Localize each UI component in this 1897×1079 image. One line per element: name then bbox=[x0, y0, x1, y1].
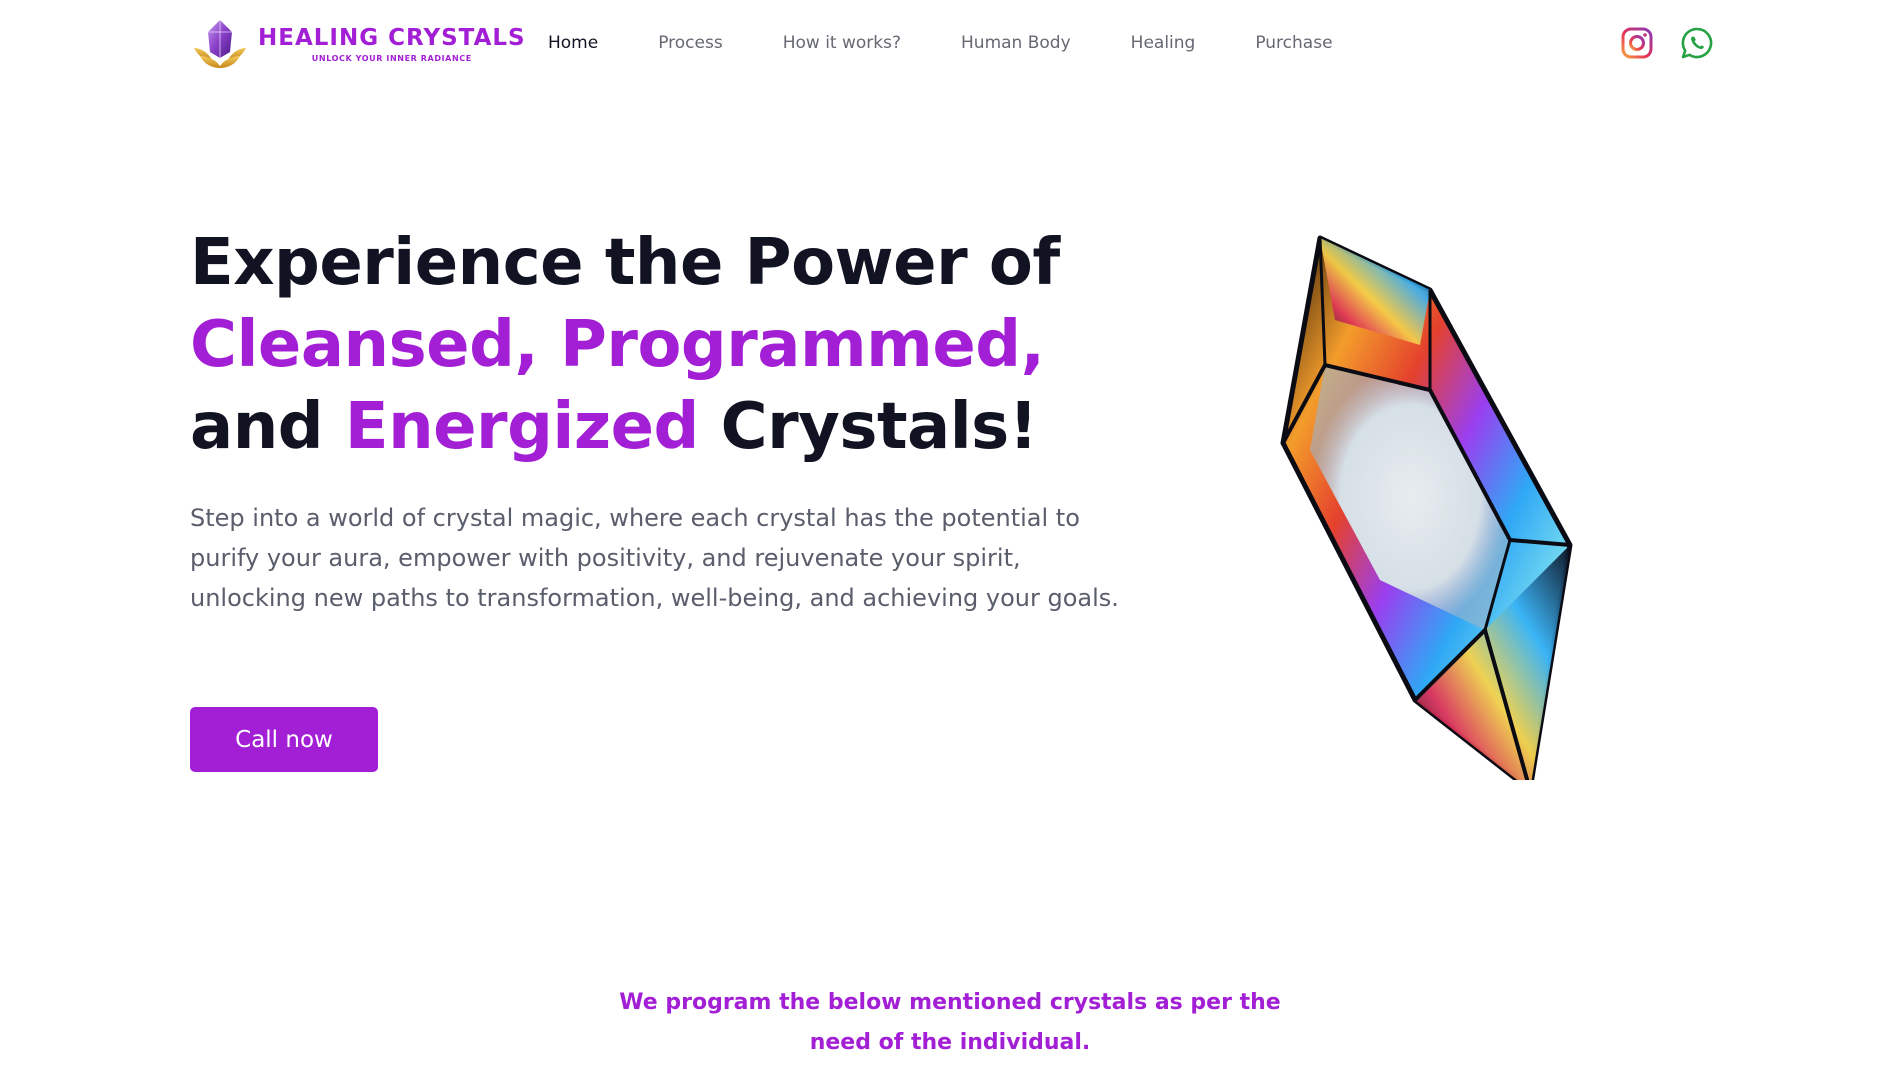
crystal-illustration bbox=[1280, 235, 1573, 780]
hero-headline-and: and bbox=[190, 390, 345, 464]
brand-title: HEALING CRYSTALS bbox=[258, 25, 526, 51]
whatsapp-icon[interactable] bbox=[1680, 26, 1714, 60]
nav-item-process[interactable]: Process bbox=[658, 30, 723, 56]
hero-headline-line-1: Experience the Power of bbox=[190, 226, 1060, 300]
hero-headline-energized: Energized bbox=[344, 390, 699, 464]
crystals-intro-line-1: We program the below mentioned crystals … bbox=[619, 990, 1281, 1015]
crystals-intro-line-2: need of the individual. bbox=[809, 1030, 1091, 1055]
brand-text: HEALING CRYSTALS UNLOCK YOUR INNER RADIA… bbox=[258, 25, 526, 63]
brand-logo[interactable]: HEALING CRYSTALS UNLOCK YOUR INNER RADIA… bbox=[190, 18, 526, 70]
nav-item-home[interactable]: Home bbox=[548, 30, 598, 56]
brand-tagline: UNLOCK YOUR INNER RADIANCE bbox=[311, 54, 472, 63]
crystal-lotus-icon bbox=[194, 20, 246, 68]
hero-headline: Experience the Power of Cleansed, Progra… bbox=[190, 222, 1090, 468]
nav-item-human-body[interactable]: Human Body bbox=[961, 30, 1071, 56]
call-now-button[interactable]: Call now bbox=[190, 707, 378, 772]
hero-headline-line-2: Cleansed, Programmed, bbox=[190, 308, 1045, 382]
hero-headline-crystals: Crystals! bbox=[698, 390, 1038, 464]
nav-item-healing[interactable]: Healing bbox=[1131, 30, 1196, 56]
crystals-section-intro: We program the below mentioned crystals … bbox=[560, 983, 1340, 1063]
nav-item-how-it-works[interactable]: How it works? bbox=[783, 30, 901, 56]
nav-item-purchase[interactable]: Purchase bbox=[1255, 30, 1332, 56]
main-nav: Home Process How it works? Human Body He… bbox=[548, 30, 1393, 56]
site-header: HEALING CRYSTALS UNLOCK YOUR INNER RADIA… bbox=[0, 0, 1897, 86]
hero-headline-line-3: and Energized Crystals! bbox=[190, 386, 1090, 468]
instagram-icon[interactable] bbox=[1620, 26, 1654, 60]
hero-description: Step into a world of crystal magic, wher… bbox=[190, 504, 1119, 612]
